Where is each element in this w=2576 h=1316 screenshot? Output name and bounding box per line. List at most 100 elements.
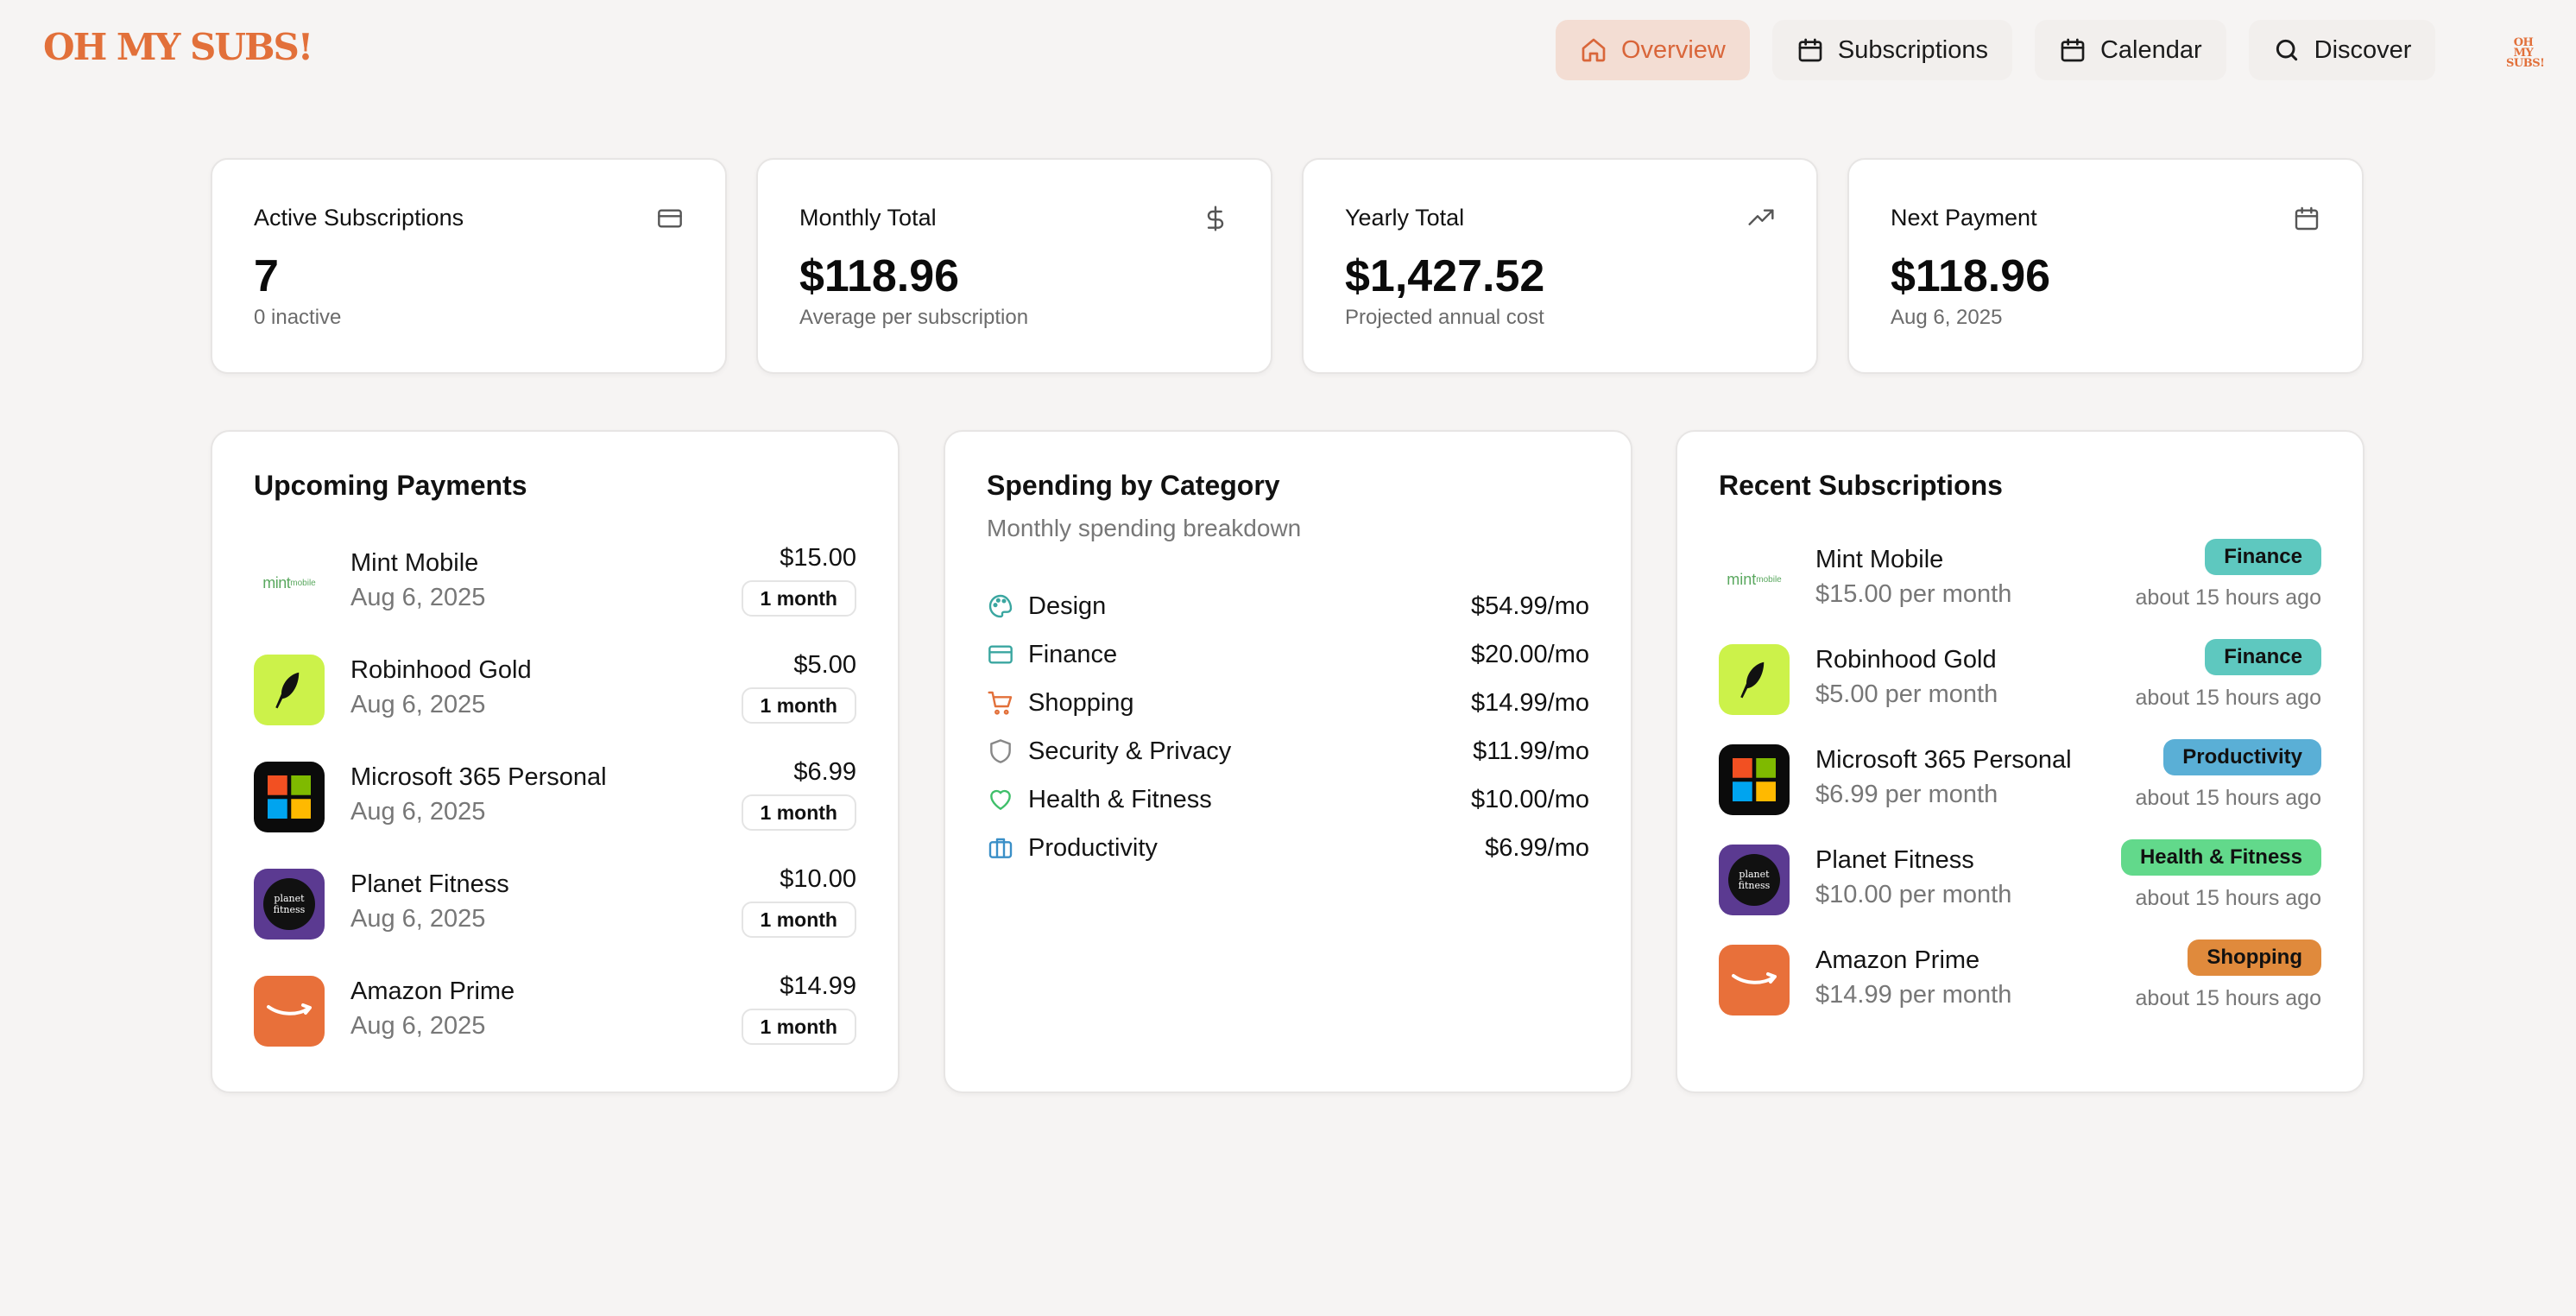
subscription-name: Microsoft 365 Personal (350, 763, 607, 791)
nav-discover[interactable]: Discover (2248, 20, 2436, 80)
recent-item-robinhood-gold[interactable]: Robinhood Gold $5.00 per month Finance a… (1719, 639, 2321, 715)
user-avatar[interactable]: OH MY SUBS! (2506, 36, 2545, 70)
mint-logo-subtext: mobile (1756, 574, 1782, 585)
microsoft-logo (1719, 744, 1790, 815)
recent-item-amazon-prime[interactable]: Amazon Prime $14.99 per month Shopping a… (1719, 940, 2321, 1015)
spending-by-category-card: Spending by Category Monthly spending br… (944, 430, 1632, 1093)
category-tag: Finance (2205, 539, 2321, 575)
upcoming-item-amazon-prime[interactable]: Amazon Prime Aug 6, 2025 $14.99 1 month (254, 972, 856, 1047)
upcoming-item-microsoft-365[interactable]: Microsoft 365 Personal Aug 6, 2025 $6.99… (254, 758, 856, 832)
briefcase-icon (988, 838, 1013, 858)
nav-discover-label: Discover (2314, 35, 2412, 64)
mint-mobile-logo: mint mobile (254, 547, 325, 618)
stat-title: Monthly Total (799, 205, 937, 231)
category-row-shopping[interactable]: Shopping $14.99/mo (987, 686, 1589, 720)
subscription-name: Planet Fitness (1815, 846, 1974, 874)
main-nav: Overview Subscriptions Calendar Discover (1556, 20, 2436, 80)
microsoft-squares-icon (268, 775, 311, 819)
home-icon (1582, 38, 1606, 62)
payment-amount: $10.00 (780, 865, 856, 893)
nav-overview-label: Overview (1621, 35, 1726, 64)
category-amount: $10.00/mo (1470, 785, 1589, 813)
avatar-line-2: SUBS! (2506, 57, 2545, 70)
microsoft-logo (254, 762, 325, 832)
calendar-icon (2295, 206, 2319, 231)
nav-subscriptions-label: Subscriptions (1837, 35, 1988, 64)
billing-cycle-badge: 1 month (741, 580, 856, 617)
planet-fitness-logo: planet fitness (1719, 845, 1790, 915)
added-time: about 15 hours ago (2135, 686, 2321, 710)
recent-item-mint-mobile[interactable]: mint mobile Mint Mobile $15.00 per month … (1719, 539, 2321, 615)
stat-title: Next Payment (1891, 205, 2037, 231)
trending-up-icon (1748, 209, 1774, 225)
calendar-icon (1798, 38, 1822, 62)
category-name: Finance (1028, 640, 1118, 668)
category-name: Productivity (1028, 833, 1158, 862)
pf-line-1: planet (1739, 869, 1770, 880)
heart-icon (990, 789, 1011, 810)
category-row-finance[interactable]: Finance $20.00/mo (987, 637, 1589, 672)
calendar-icon (2061, 38, 2085, 62)
palette-icon (988, 594, 1013, 618)
upcoming-item-robinhood-gold[interactable]: Robinhood Gold Aug 6, 2025 $5.00 1 month (254, 651, 856, 725)
stat-next-payment: Next Payment $118.96 Aug 6, 2025 (1847, 158, 2364, 374)
category-name: Health & Fitness (1028, 785, 1212, 813)
amazon-smile-icon (267, 1003, 312, 1015)
billing-cycle-badge: 1 month (741, 1009, 856, 1045)
upcoming-item-planet-fitness[interactable]: planet fitness Planet Fitness Aug 6, 202… (254, 865, 856, 940)
amazon-smile-icon (1732, 972, 1777, 984)
planet-fitness-badge: planet fitness (263, 878, 315, 930)
microsoft-squares-icon (1733, 758, 1776, 801)
recent-item-microsoft-365[interactable]: Microsoft 365 Personal $6.99 per month P… (1719, 739, 2321, 815)
added-time: about 15 hours ago (2135, 786, 2321, 810)
payment-date: Aug 6, 2025 (350, 1012, 486, 1040)
robinhood-logo (254, 655, 325, 725)
subscription-name: Amazon Prime (1815, 946, 1980, 974)
subscription-name: Microsoft 365 Personal (1815, 746, 2072, 774)
nav-overview[interactable]: Overview (1556, 20, 1750, 80)
category-amount: $54.99/mo (1470, 592, 1589, 620)
nav-calendar-label: Calendar (2099, 35, 2202, 64)
category-tag: Health & Fitness (2120, 839, 2321, 876)
pf-line-2: fitness (273, 904, 306, 915)
dollar-icon (1207, 206, 1224, 231)
shield-icon (990, 739, 1011, 763)
stat-subtext: 0 inactive (254, 306, 342, 329)
added-time: about 15 hours ago (2135, 585, 2321, 610)
stat-subtext: Average per subscription (799, 306, 1029, 329)
pf-line-2: fitness (1738, 880, 1771, 891)
stat-value: $118.96 (1891, 251, 2051, 301)
category-row-security-privacy[interactable]: Security & Privacy $11.99/mo (987, 734, 1589, 769)
category-row-productivity[interactable]: Productivity $6.99/mo (987, 831, 1589, 865)
billing-cycle-badge: 1 month (741, 794, 856, 831)
category-name: Design (1028, 592, 1107, 620)
payment-amount: $5.00 (793, 651, 856, 679)
feather-icon (1740, 661, 1765, 699)
billing-cycle-badge: 1 month (741, 687, 856, 724)
recent-subscriptions-card: Recent Subscriptions mint mobile Mint Mob… (1676, 430, 2364, 1093)
card-title: Recent Subscriptions (1719, 470, 2003, 501)
added-time: about 15 hours ago (2135, 886, 2321, 910)
subscription-price: $6.99 per month (1815, 781, 1998, 808)
category-row-design[interactable]: Design $54.99/mo (987, 589, 1589, 623)
nav-calendar[interactable]: Calendar (2034, 20, 2226, 80)
category-name: Security & Privacy (1028, 737, 1232, 765)
payment-amount: $15.00 (780, 544, 856, 572)
credit-card-icon (988, 645, 1013, 664)
nav-subscriptions[interactable]: Subscriptions (1771, 20, 2012, 80)
card-title: Spending by Category (987, 470, 1280, 501)
stat-title: Yearly Total (1345, 205, 1465, 231)
category-row-health-fitness[interactable]: Health & Fitness $10.00/mo (987, 782, 1589, 817)
upcoming-item-mint-mobile[interactable]: mint mobile Mint Mobile Aug 6, 2025 $15.0… (254, 544, 856, 618)
card-subtitle: Monthly spending breakdown (987, 515, 1302, 541)
planet-fitness-badge: planet fitness (1728, 854, 1780, 906)
brand-logo[interactable]: OH MY SUBS! (43, 26, 313, 68)
recent-item-planet-fitness[interactable]: planet fitness Planet Fitness $10.00 per… (1719, 839, 2321, 915)
category-amount: $14.99/mo (1470, 688, 1589, 717)
avatar-line-1: OH MY (2513, 36, 2534, 60)
planet-fitness-logo: planet fitness (254, 869, 325, 940)
payment-date: Aug 6, 2025 (350, 584, 486, 611)
category-name: Shopping (1028, 688, 1134, 717)
subscription-name: Mint Mobile (1815, 546, 1944, 573)
mint-mobile-logo: mint mobile (1719, 544, 1790, 615)
